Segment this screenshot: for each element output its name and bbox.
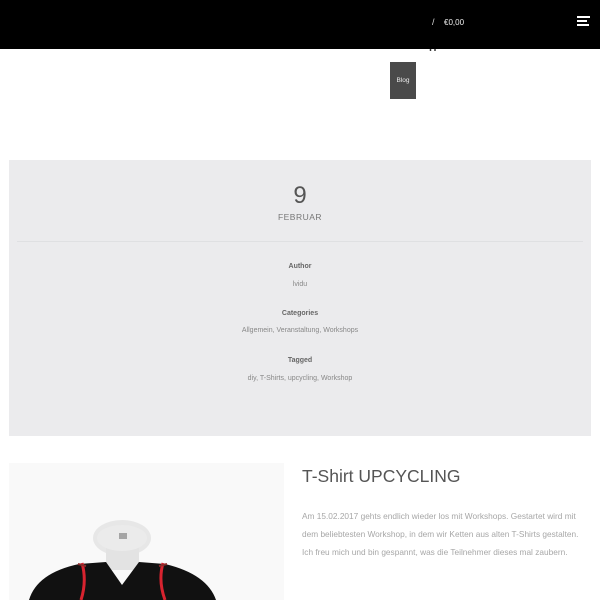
post-excerpt: Am 15.02.2017 gehts endlich wieder los m…	[302, 511, 579, 557]
blog-breadcrumb-label: Blog	[396, 77, 410, 84]
tagged-label: Tagged	[287, 357, 313, 364]
blog-breadcrumb[interactable]: Blog	[390, 62, 416, 99]
hamburger-icon[interactable]	[577, 16, 590, 27]
shopping-cart-icon[interactable]	[427, 43, 437, 51]
post-month: FEBRUAR	[277, 212, 323, 222]
post-day: 9	[293, 182, 307, 209]
tags-links[interactable]: diy, T-Shirts, upcycling, Workshop	[9, 375, 591, 382]
cart-total[interactable]: €0,00	[444, 18, 464, 27]
mannequin-necklace-image	[9, 463, 284, 600]
meta-divider	[17, 241, 583, 242]
author-link[interactable]: lvidu	[9, 281, 591, 288]
post-meta-panel: 9 FEBRUAR Author lvidu Categories Allgem…	[9, 160, 591, 436]
top-navigation-bar: / €0,00	[0, 0, 600, 49]
post-featured-image[interactable]	[9, 463, 284, 600]
author-label: Author	[288, 263, 312, 270]
cart-separator: /	[432, 17, 435, 27]
categories-label: Categories	[281, 310, 319, 317]
post-title[interactable]: T-Shirt UPCYCLING	[302, 466, 461, 487]
categories-links[interactable]: Allgemein, Veranstaltung, Workshops	[9, 327, 591, 334]
